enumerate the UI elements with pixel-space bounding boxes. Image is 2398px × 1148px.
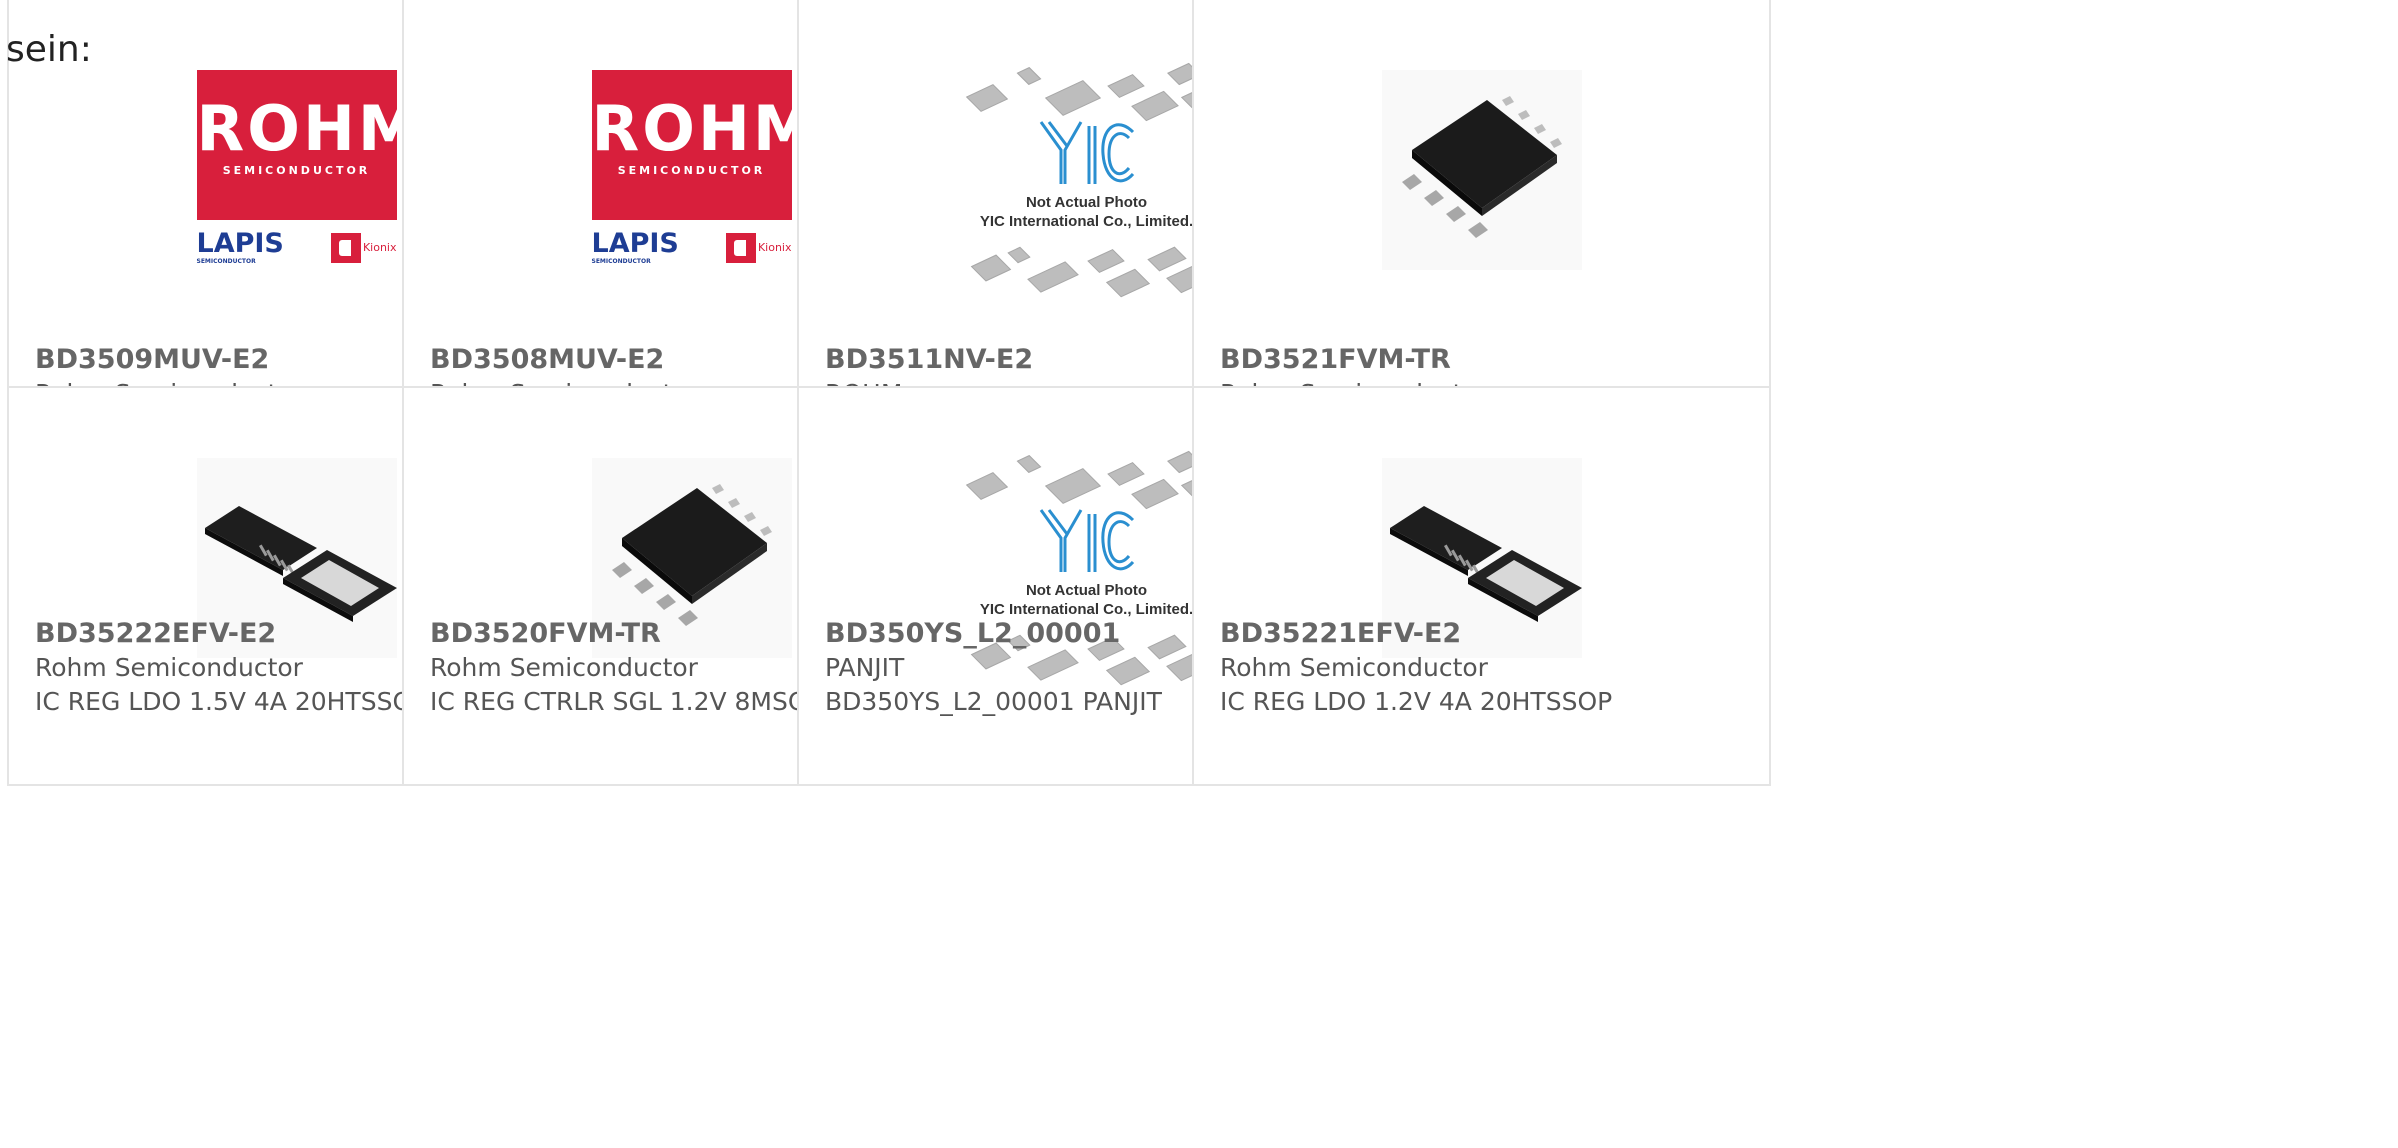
sample-chips-top — [962, 446, 1225, 510]
placeholder-line-2: YIC International Co., Limited. — [979, 213, 1194, 230]
kionix-wordmark: Kionix — [757, 241, 792, 254]
sample-chip — [1130, 90, 1179, 122]
product-grid-page: sein: ROHM SEMICONDUCTOR LAPIS SEMICONDUCTO… — [0, 0, 2398, 1148]
rohm-submark: SEMICONDUCTOR — [222, 164, 371, 177]
rohm-red-block: ROHM SEMICONDUCTOR — [196, 70, 423, 220]
product-thumbnail[interactable] — [1381, 70, 1582, 270]
sample-chip — [965, 472, 1008, 500]
sample-chip — [1146, 246, 1187, 272]
product-thumbnail[interactable]: Not Actual Photo YIC International Co., L… — [952, 58, 1225, 308]
sample-chip — [1130, 478, 1179, 510]
rohm-logo-image: ROHM SEMICONDUCTOR LAPIS SEMICONDUCTOR Kioni… — [591, 70, 818, 270]
product-info: BD35221EFV-E2 Rohm Semiconductor IC REG LD… — [1220, 617, 1749, 719]
sample-chip — [970, 254, 1011, 282]
part-number-link[interactable]: BD35221EFV-E2 — [1220, 617, 1749, 651]
sample-chip — [1044, 468, 1101, 504]
sample-chip — [1026, 261, 1079, 293]
kionix-icon — [330, 232, 361, 263]
lapis-submark: SEMICONDUCTOR — [591, 258, 651, 265]
yic-logo-icon — [1037, 118, 1137, 188]
sample-chip — [1016, 67, 1041, 85]
rohm-wordmark: ROHM — [196, 92, 423, 165]
sample-chip — [1086, 249, 1125, 273]
lapis-kionix-row: LAPIS SEMICONDUCTOR Kionix — [592, 225, 792, 270]
sample-chip — [1106, 74, 1145, 98]
kionix-mark: Kionix — [725, 232, 792, 263]
sample-chip — [1106, 462, 1145, 486]
placeholder-caption: Not Actual Photo YIC International Co., L… — [952, 193, 1222, 231]
intro-text: sein: — [6, 29, 92, 70]
sample-chip — [1105, 268, 1150, 298]
rohm-submark: SEMICONDUCTOR — [617, 164, 766, 177]
product-thumbnail[interactable]: ROHM SEMICONDUCTOR LAPIS SEMICONDUCTOR Kioni… — [591, 70, 818, 270]
sample-chip — [1044, 80, 1101, 116]
kionix-mark: Kionix — [330, 232, 397, 263]
sample-chip — [1006, 246, 1031, 264]
product-card[interactable]: BD35221EFV-E2 Rohm Semiconductor IC REG LD… — [1192, 386, 1771, 786]
yic-placeholder-image: Not Actual Photo YIC International Co., L… — [952, 58, 1225, 308]
placeholder-caption: Not Actual Photo YIC International Co., L… — [952, 581, 1222, 619]
product-thumbnail[interactable]: ROHM SEMICONDUCTOR LAPIS SEMICONDUCTOR Kioni… — [196, 70, 423, 270]
part-number-link[interactable]: BD3521FVM-TR — [1220, 343, 1749, 377]
yic-logo-icon — [1037, 506, 1137, 576]
kionix-icon — [725, 232, 756, 263]
sample-chip — [1016, 455, 1041, 473]
msop8-chip-image — [1381, 70, 1582, 270]
lapis-kionix-row: LAPIS SEMICONDUCTOR Kionix — [197, 225, 397, 270]
manufacturer: Rohm Semiconductor — [1220, 653, 1488, 682]
sample-chips-bottom — [962, 246, 1214, 308]
product-description: IC REG LDO 1.2V 4A 20HTSSOP — [1220, 687, 1613, 716]
lapis-submark: SEMICONDUCTOR — [196, 258, 256, 265]
rohm-red-block: ROHM SEMICONDUCTOR — [591, 70, 818, 220]
lapis-mark: LAPIS SEMICONDUCTOR — [196, 228, 284, 266]
placeholder-line-1: Not Actual Photo — [1025, 582, 1148, 599]
sample-chips-top — [962, 58, 1225, 122]
rohm-wordmark: ROHM — [591, 92, 818, 165]
placeholder-line-1: Not Actual Photo — [1025, 194, 1148, 211]
lapis-wordmark: LAPIS — [591, 228, 679, 259]
lapis-mark: LAPIS SEMICONDUCTOR — [591, 228, 679, 266]
kionix-wordmark: Kionix — [362, 241, 397, 254]
sample-chip — [965, 84, 1008, 112]
lapis-wordmark: LAPIS — [196, 228, 284, 259]
rohm-logo-image: ROHM SEMICONDUCTOR LAPIS SEMICONDUCTOR Kioni… — [196, 70, 423, 270]
